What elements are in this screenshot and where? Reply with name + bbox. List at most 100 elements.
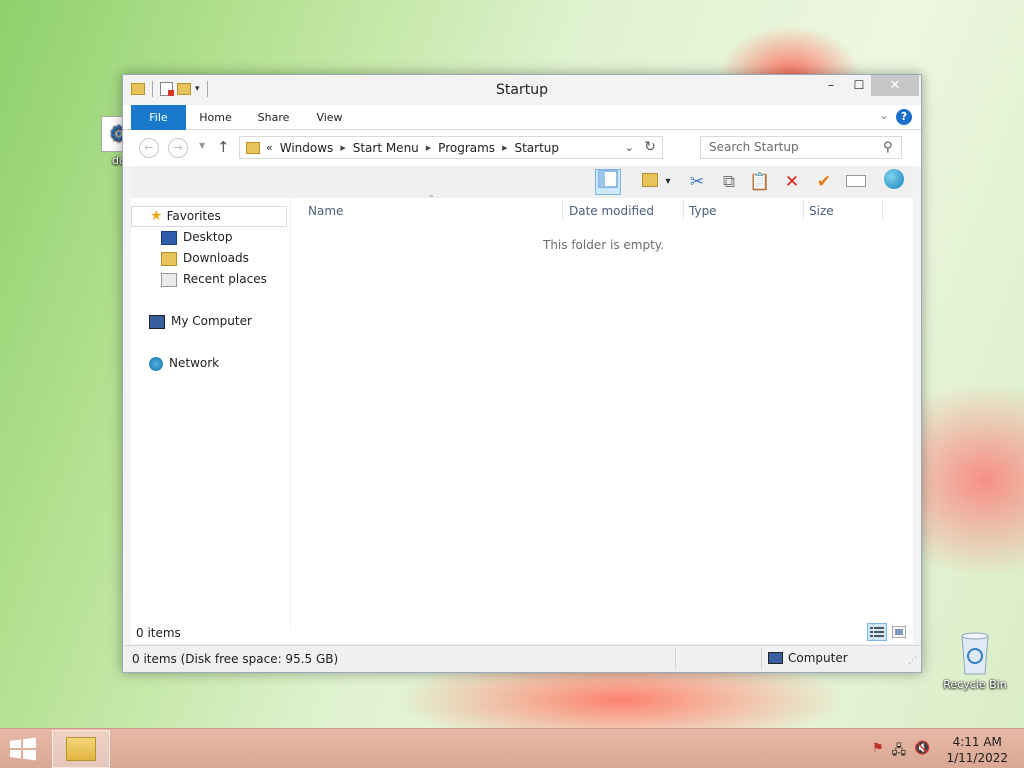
recycle-bin-icon [958,630,992,676]
tab-share[interactable]: Share [251,105,296,130]
nav-favorites-label: Favorites [166,209,221,223]
cut-icon[interactable]: ✂ [684,169,710,195]
search-input[interactable]: Search Startup [700,136,902,159]
sort-indicator-icon: ⌃ [428,194,435,203]
refresh-icon[interactable]: ↻ [644,139,656,155]
breadcrumb-programs[interactable]: Programs [438,141,495,155]
clock-time: 4:11 AM [952,735,1002,749]
column-separator[interactable] [882,200,883,220]
rename-icon[interactable]: ✔ [811,169,837,195]
breadcrumb-arrow-icon[interactable]: ▶ [426,144,431,152]
status-separator [675,649,676,669]
details-bar [131,628,913,644]
tab-view[interactable]: View [307,105,352,130]
clock-date: 1/11/2022 [946,751,1008,765]
start-button[interactable] [8,737,40,763]
recycle-bin-label: Recycle Bin [943,678,1007,691]
organize-icon[interactable] [637,169,663,195]
search-icon[interactable]: ⚲ [883,140,893,155]
paste-icon[interactable]: 📋 [747,169,773,195]
file-explorer-icon [66,737,96,761]
command-toolbar: ▾ ✂ ⧉ 📋 ✕ ✔ [131,166,913,198]
network-icon [149,356,163,371]
breadcrumb-arrow-icon[interactable]: ▶ [502,144,507,152]
volume-muted-icon[interactable]: 🔇 [914,741,930,763]
properties-box-icon[interactable] [843,169,869,195]
action-center-flag-icon[interactable]: ⚑ [872,741,884,763]
taskbar: ⚑ 🖧 🔇 4:11 AM 1/11/2022 [0,728,1024,768]
column-date-modified[interactable]: Date modified [569,204,654,218]
copy-icon[interactable]: ⧉ [716,169,742,195]
details-view-button[interactable] [867,623,887,641]
column-separator[interactable] [803,200,804,220]
taskbar-file-explorer[interactable] [52,730,110,768]
nav-desktop[interactable]: Desktop [131,227,233,248]
breadcrumb-windows[interactable]: Windows [280,141,334,155]
ribbon-tabs: File Home Share View ⌄ ? [123,105,921,130]
nav-downloads-label: Downloads [183,251,249,265]
navigation-pane: ★ Favorites Desktop Downloads Recent pla… [131,198,291,628]
breadcrumb-arrow-icon[interactable]: ▶ [340,144,345,152]
close-button[interactable]: ✕ [871,75,919,96]
column-separator[interactable] [683,200,684,220]
recent-locations-icon[interactable]: ▼ [199,141,205,150]
nav-computer-label: My Computer [171,314,252,328]
tab-home[interactable]: Home [193,105,238,130]
recycle-bin[interactable]: Recycle Bin [940,630,1010,691]
address-dropdown-icon[interactable]: ⌄ [625,141,634,154]
nav-computer[interactable]: My Computer [131,311,252,332]
column-separator[interactable] [562,200,563,220]
computer-icon [768,652,783,664]
column-type[interactable]: Type [689,204,717,218]
status-bar: 0 items (Disk free space: 95.5 GB) Compu… [123,645,921,672]
status-free-space: 0 items (Disk free space: 95.5 GB) [132,652,339,666]
up-button[interactable]: ↑ [217,138,230,156]
back-button[interactable]: ← [139,138,159,158]
minimize-button[interactable]: – [817,75,845,96]
address-bar[interactable]: « Windows ▶ Start Menu ▶ Programs ▶ Star… [239,136,663,159]
nav-downloads[interactable]: Downloads [131,248,249,269]
title-bar[interactable]: ▾ Startup – ☐ ✕ [123,75,921,105]
status-computer-label: Computer [788,651,848,665]
content-area: ★ Favorites Desktop Downloads Recent pla… [131,194,913,628]
clock[interactable]: 4:11 AM 1/11/2022 [946,734,1008,766]
status-separator [761,649,762,669]
downloads-icon [161,251,177,266]
tab-file[interactable]: File [131,105,186,130]
help-icon[interactable]: ? [896,109,912,125]
view-switcher [867,623,909,641]
column-size[interactable]: Size [809,204,834,218]
organize-dropdown-icon[interactable]: ▾ [661,169,675,195]
forward-button[interactable]: → [168,138,188,158]
status-computer: Computer [768,651,848,665]
nav-network[interactable]: Network [131,353,219,374]
file-list[interactable]: ⌃ Name Date modified Type Size This fold… [294,194,913,628]
star-icon: ★ [150,208,163,224]
address-folder-icon [246,141,260,154]
nav-favorites[interactable]: ★ Favorites [131,206,287,227]
empty-folder-message: This folder is empty. [543,238,664,252]
globe-icon[interactable] [881,169,907,195]
delete-icon[interactable]: ✕ [779,169,805,195]
desktop-icon [161,230,177,245]
computer-icon [149,314,165,329]
breadcrumb-startup[interactable]: Startup [514,141,559,155]
maximize-button[interactable]: ☐ [845,75,873,96]
nav-desktop-label: Desktop [183,230,233,244]
explorer-window: ▾ Startup – ☐ ✕ File Home Share View ⌄ ?… [122,74,922,673]
nav-network-label: Network [169,356,220,370]
large-icons-view-button[interactable] [889,623,909,641]
expand-ribbon-icon[interactable]: ⌄ [879,108,889,122]
address-overflow-icon[interactable]: « [266,141,273,154]
column-name[interactable]: Name [308,204,343,218]
network-tray-icon[interactable]: 🖧 [892,741,907,763]
nav-recent-places[interactable]: Recent places [131,269,267,290]
item-count: 0 items [136,626,181,640]
breadcrumb-start-menu[interactable]: Start Menu [353,141,419,155]
preview-pane-button[interactable] [595,169,621,195]
resize-grip-icon[interactable]: ⋰ [908,656,917,666]
recent-places-icon [161,272,177,287]
system-tray: ⚑ 🖧 🔇 [872,741,930,763]
window-title: Startup [496,82,548,98]
navigation-bar: ← → ▼ ↑ « Windows ▶ Start Menu ▶ Program… [123,130,921,166]
